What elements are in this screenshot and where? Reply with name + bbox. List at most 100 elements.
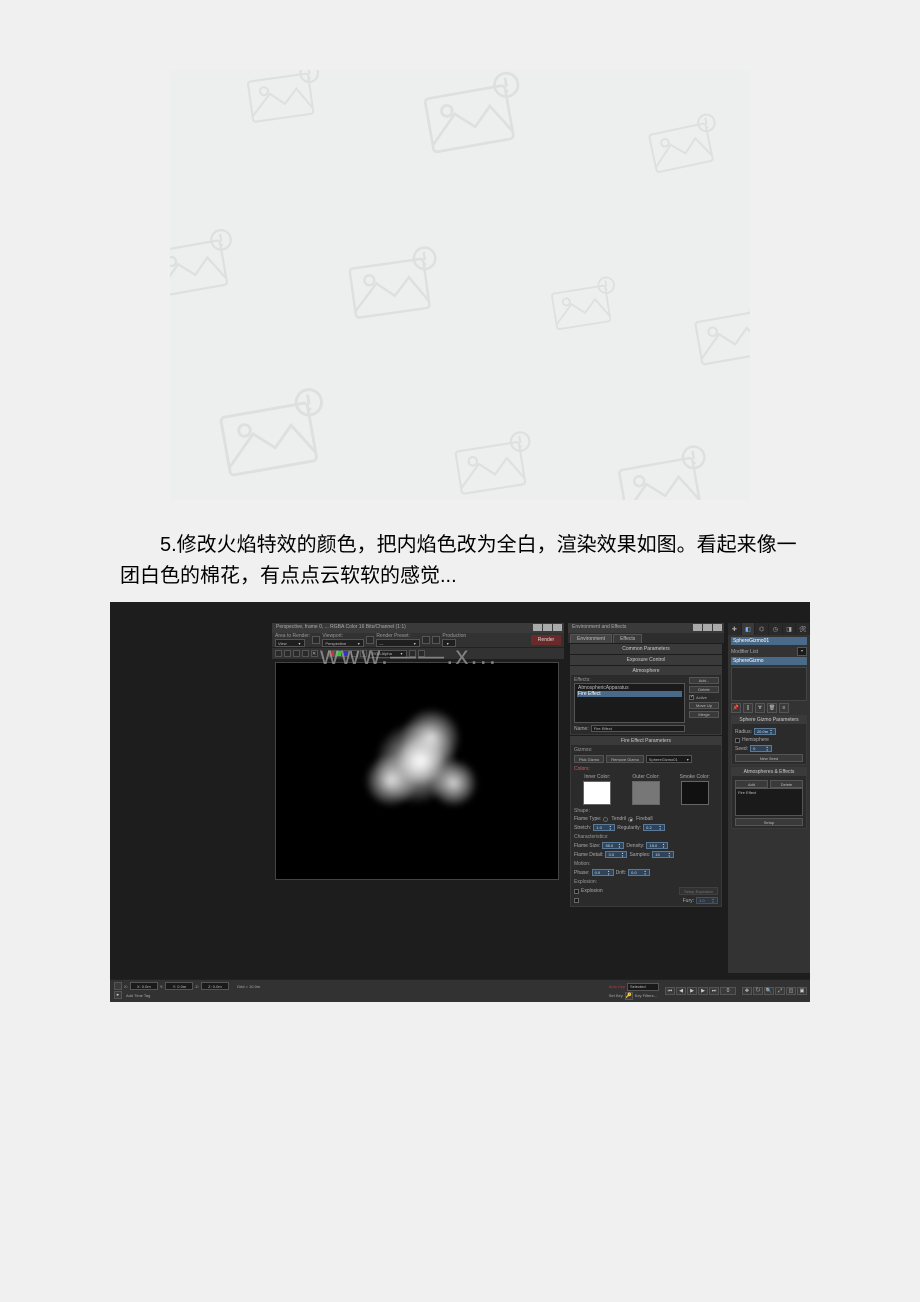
density-spinner[interactable]: 15.0▴▾ xyxy=(646,842,668,849)
play-icon[interactable]: ▶ xyxy=(687,987,697,995)
smoke-checkbox[interactable] xyxy=(574,898,579,903)
atmosphere-effects-list[interactable]: AtmosphericApparatus Fire Effect xyxy=(574,683,685,723)
render-button[interactable]: Render xyxy=(531,635,561,645)
modifier-list-dropdown[interactable]: ▾ xyxy=(797,647,807,656)
rollout-fire-effect-parameters[interactable]: Fire Effect Parameters xyxy=(571,737,721,745)
rollout-sphere-gizmo-parameters[interactable]: Sphere Gizmo Parameters xyxy=(732,716,806,724)
hemisphere-checkbox[interactable] xyxy=(735,738,740,743)
minimize-icon[interactable] xyxy=(533,624,542,631)
coord-x-input[interactable]: X: 0.0m xyxy=(130,982,158,990)
autokey-mode-dropdown[interactable]: Selected xyxy=(627,983,659,991)
copy-image-icon[interactable] xyxy=(284,650,291,657)
env-window-titlebar[interactable]: Environment and Effects xyxy=(568,623,724,633)
pan-view-icon[interactable]: ✥ xyxy=(742,987,752,995)
autokey-button[interactable]: Auto Key xyxy=(609,984,625,989)
setkey-icon[interactable]: 🔑 xyxy=(625,992,633,1000)
smoke-color-swatch[interactable] xyxy=(681,781,709,805)
effect-name-input[interactable]: Fire Effect xyxy=(591,725,685,732)
stretch-spinner[interactable]: 1.0▴▾ xyxy=(593,824,615,831)
modifier-stack-area[interactable] xyxy=(731,667,807,701)
prev-frame-icon[interactable]: ◀ xyxy=(676,987,686,995)
flame-size-spinner[interactable]: 35.0▴▾ xyxy=(602,842,624,849)
field-of-view-icon[interactable]: ◫ xyxy=(786,987,796,995)
remove-gizmo-button[interactable]: Remove Gizmo xyxy=(606,755,644,763)
rollout-exposure-control[interactable]: Exposure Control xyxy=(571,656,721,664)
keyfilters-button[interactable]: Key Filters... xyxy=(635,993,657,998)
rollout-atmospheres-effects[interactable]: Atmospheres & Effects xyxy=(732,768,806,776)
minimize-icon[interactable] xyxy=(693,624,702,631)
script-listener-icon[interactable]: ▸ xyxy=(114,991,122,999)
tab-effects[interactable]: Effects xyxy=(613,634,642,643)
zoom-icon[interactable]: 🔍 xyxy=(764,987,774,995)
zoom-all-icon[interactable]: ⤢ xyxy=(775,987,785,995)
effect-item-fire[interactable]: Fire Effect xyxy=(577,691,682,697)
tab-utilities-icon[interactable]: 🛠 xyxy=(796,623,810,635)
fury-spinner[interactable]: 1.0▴▾ xyxy=(696,897,718,904)
explosion-chk-label: Explosion xyxy=(581,888,603,894)
regularity-spinner[interactable]: 0.2▴▾ xyxy=(643,824,665,831)
maximize-icon[interactable] xyxy=(543,624,552,631)
tab-hierarchy-icon[interactable]: ⌬ xyxy=(755,623,769,635)
print-image-icon[interactable] xyxy=(302,650,309,657)
rollout-atmosphere[interactable]: Atmosphere xyxy=(571,667,721,675)
clear-image-icon[interactable]: ✕ xyxy=(311,650,318,657)
merge-button[interactable]: Merge xyxy=(689,711,719,718)
autokey-group: Auto Key Selected Set Key 🔑 Key Filters.… xyxy=(606,980,662,1002)
modifier-stack-item[interactable]: SphereGizmo xyxy=(731,657,807,665)
setup-atmos-button[interactable]: Setup xyxy=(735,818,803,826)
object-name-field[interactable]: SphereGizmo01 xyxy=(731,637,807,645)
show-end-result-icon[interactable]: || xyxy=(743,703,753,713)
tab-modify-icon[interactable]: ◧ xyxy=(742,623,756,635)
maximize-icon[interactable] xyxy=(703,624,712,631)
render-window-titlebar[interactable]: Perspective, frame 0, ... RGBA Color 16 … xyxy=(272,623,564,633)
tab-motion-icon[interactable]: ◷ xyxy=(769,623,783,635)
delete-effect-button[interactable]: Delete xyxy=(689,686,719,693)
make-unique-icon[interactable]: ∀ xyxy=(755,703,765,713)
remove-modifier-icon[interactable]: 🗑 xyxy=(767,703,777,713)
pick-gizmo-button[interactable]: Pick Gizmo xyxy=(574,755,604,763)
area-to-render-dropdown[interactable]: View▾ xyxy=(275,639,305,647)
phase-spinner[interactable]: 0.0▴▾ xyxy=(592,869,614,876)
maximize-viewport-icon[interactable]: ▣ xyxy=(797,987,807,995)
coord-z-input[interactable]: Z: 0.0m xyxy=(201,982,229,990)
rollout-common-parameters[interactable]: Common Parameters xyxy=(571,645,721,653)
moveup-button[interactable]: Move Up xyxy=(689,702,719,709)
drift-spinner[interactable]: 0.0▴▾ xyxy=(628,869,650,876)
goto-start-icon[interactable]: ⏮ xyxy=(665,987,675,995)
explosion-checkbox[interactable] xyxy=(574,889,579,894)
close-icon[interactable] xyxy=(713,624,722,631)
pin-stack-icon[interactable]: 📌 xyxy=(731,703,741,713)
tab-display-icon[interactable]: ◨ xyxy=(783,623,797,635)
inner-color-swatch[interactable] xyxy=(583,781,611,805)
flame-detail-spinner[interactable]: 3.0▴▾ xyxy=(605,851,627,858)
radio-fireball[interactable] xyxy=(628,817,633,822)
samples-spinner[interactable]: 15▴▾ xyxy=(652,851,674,858)
outer-color-swatch[interactable] xyxy=(632,781,660,805)
tab-environment[interactable]: Environment xyxy=(570,634,612,643)
gizmo-dropdown[interactable]: SphereGizmo01▾ xyxy=(646,755,692,763)
setkey-button[interactable]: Set Key xyxy=(609,993,623,998)
goto-end-icon[interactable]: ⏭ xyxy=(709,987,719,995)
clone-frame-icon[interactable] xyxy=(293,650,300,657)
arc-rotate-icon[interactable]: ⭮ xyxy=(753,987,763,995)
coord-y-input[interactable]: Y: 0.0m xyxy=(165,982,193,990)
add-atmos-button[interactable]: Add xyxy=(735,780,768,788)
delete-atmos-button[interactable]: Delete xyxy=(770,780,803,788)
save-image-icon[interactable] xyxy=(275,650,282,657)
atmos-effects-list[interactable]: Fire Effect xyxy=(735,788,803,816)
active-checkbox[interactable] xyxy=(689,695,694,700)
next-frame-icon[interactable]: ▶ xyxy=(698,987,708,995)
configure-modifier-icon[interactable]: ≡ xyxy=(779,703,789,713)
add-time-tag-label[interactable]: Add Time Tag xyxy=(126,993,150,998)
tab-create-icon[interactable]: ✚ xyxy=(728,623,742,635)
new-seed-button[interactable]: New Seed xyxy=(735,754,803,762)
radio-tendril[interactable] xyxy=(603,817,608,822)
radius-spinner[interactable]: 20.0m▴▾ xyxy=(754,728,776,735)
close-icon[interactable] xyxy=(553,624,562,631)
watermark-text: www.——.x... xyxy=(320,640,498,671)
transform-type-in-icon[interactable] xyxy=(114,982,122,990)
setup-explosion-button[interactable]: Setup Explosion xyxy=(679,887,718,895)
add-effect-button[interactable]: Add... xyxy=(689,677,719,684)
current-frame-input[interactable]: 0 xyxy=(720,987,736,995)
seed-spinner[interactable]: 0▴▾ xyxy=(750,745,772,752)
